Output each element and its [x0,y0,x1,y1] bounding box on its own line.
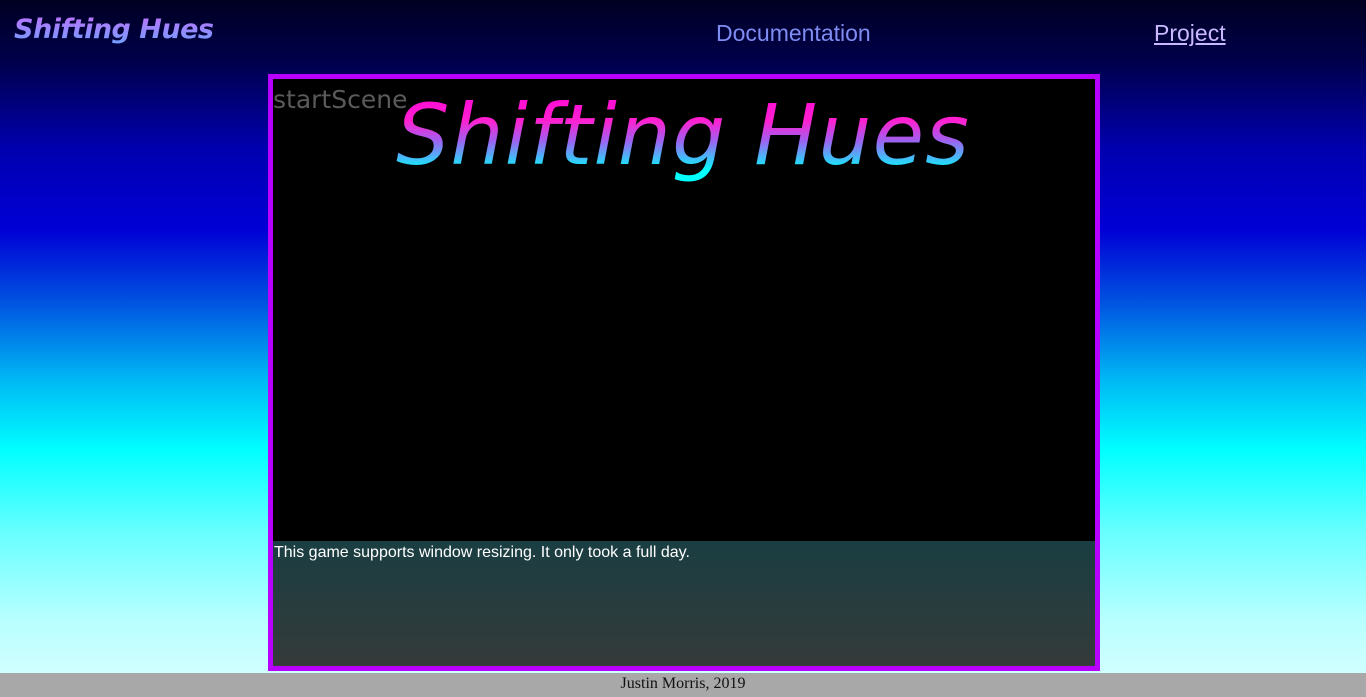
game-canvas[interactable]: startScene Shifting Hues This game suppo… [268,74,1100,671]
brand-logo-link[interactable]: Shifting Hues [14,14,214,45]
nav-link-project[interactable]: Project [1154,20,1226,47]
nav-link-documentation[interactable]: Documentation [716,20,871,47]
game-title: Shifting Hues [373,85,993,186]
info-panel: This game supports window resizing. It o… [273,541,1095,666]
info-text: This game supports window resizing. It o… [274,544,690,561]
footer-credit: Justin Morris, 2019 [620,675,746,692]
footer: Justin Morris, 2019 [0,673,1366,697]
